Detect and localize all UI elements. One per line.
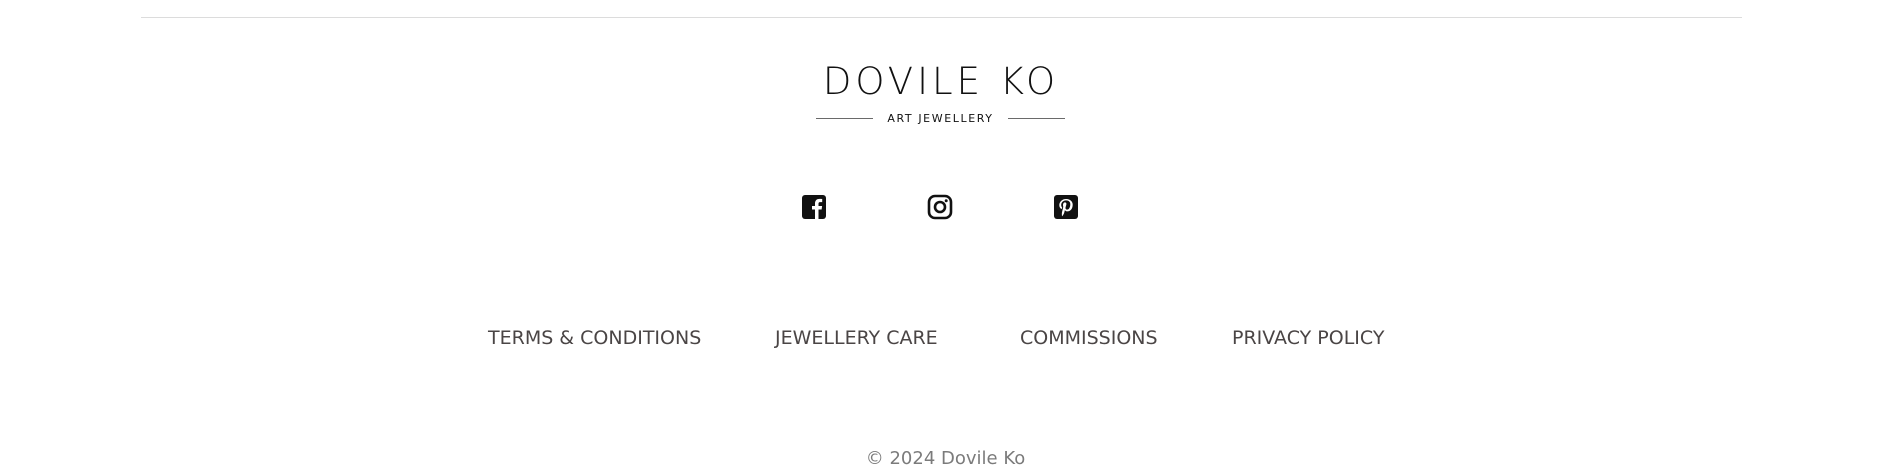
footer-link-commissions[interactable]: COMMISSIONS xyxy=(1020,323,1158,353)
logo-rule-left xyxy=(816,118,873,119)
copyright-text: © 2024 Dovile Ko xyxy=(865,448,1026,469)
instagram-link[interactable] xyxy=(927,194,953,220)
logo-name: DOVILE KO xyxy=(822,60,1060,103)
pinterest-link[interactable] xyxy=(1053,194,1079,220)
logo-rule-right xyxy=(1008,118,1065,119)
footer-link-jewellery-care[interactable]: JEWELLERY CARE xyxy=(775,323,938,353)
logo-tagline: ART JEWELLERY xyxy=(887,112,994,125)
instagram-icon xyxy=(927,194,953,220)
site-footer: DOVILE KO ART JEWELLERY TERMS & CONDITIO… xyxy=(0,0,1891,476)
facebook-link[interactable] xyxy=(801,194,827,220)
footer-logo[interactable]: DOVILE KO ART JEWELLERY xyxy=(812,60,1068,127)
logo-tagline-row: ART JEWELLERY xyxy=(812,111,1068,127)
footer-link-terms-conditions[interactable]: TERMS & CONDITIONS xyxy=(488,323,701,353)
footer-divider xyxy=(141,17,1742,18)
footer-link-privacy-policy[interactable]: PRIVACY POLICY xyxy=(1232,323,1384,353)
facebook-icon xyxy=(801,194,827,220)
pinterest-icon xyxy=(1053,194,1079,220)
